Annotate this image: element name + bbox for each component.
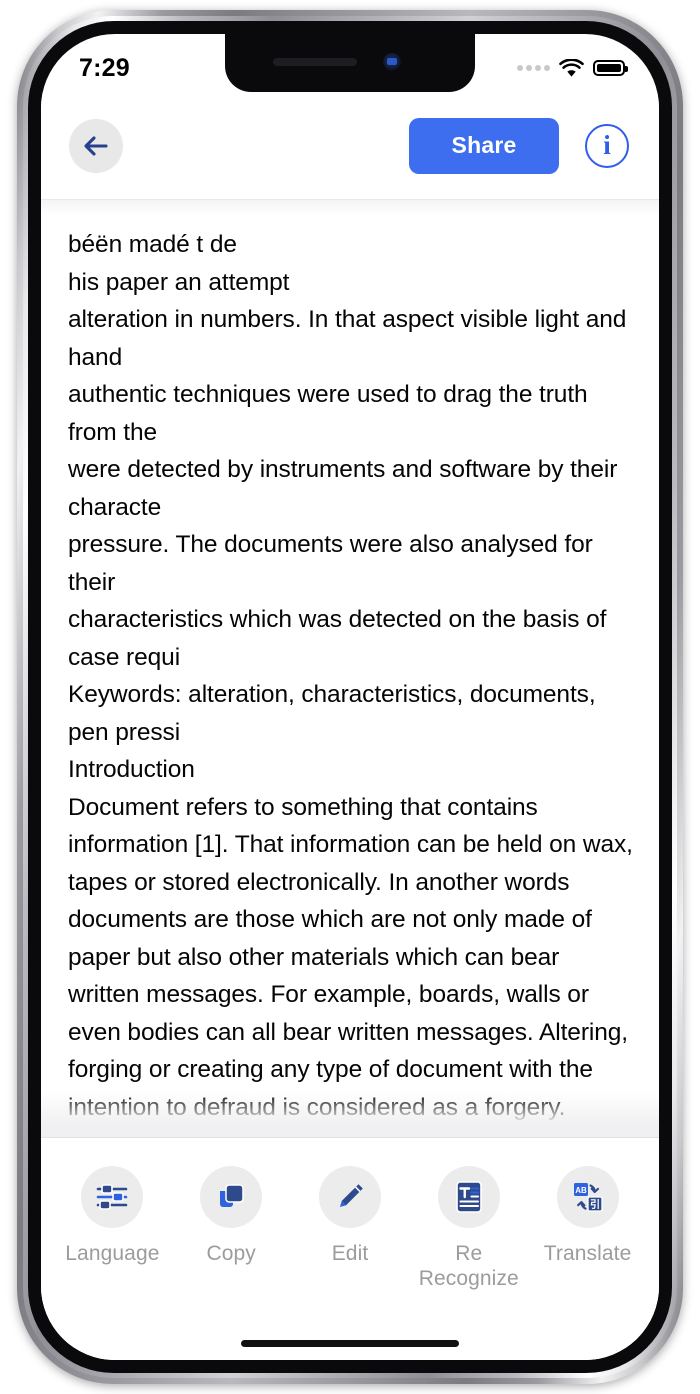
toolbar-label-edit: Edit [331,1242,369,1265]
recognized-text-body: béën madé t de his paper an attempt alte… [68,231,633,1158]
edit-icon-circle [318,1166,381,1228]
language-icon-circle [81,1166,144,1228]
display-notch [225,34,475,92]
toolbar-item-re-recognize[interactable]: Re Recognize [410,1166,528,1291]
signal-dots-icon [517,65,550,71]
translate-icon: AB 引 [573,1183,603,1212]
arrow-left-icon [84,135,108,156]
toolbar-label-copy: Copy [206,1242,256,1265]
battery-full-icon [593,60,628,76]
document-text-icon [455,1181,482,1213]
app-header: Share i [41,92,659,200]
home-indicator[interactable] [241,1340,459,1347]
info-button[interactable]: i [585,123,629,168]
toolbar-label-language: Language [65,1242,160,1265]
back-button[interactable] [69,118,123,173]
phone-screen: 7:29 Share i béën madé t de his paper an… [41,34,659,1360]
re-recognize-icon-circle [437,1166,500,1228]
toolbar-label-re-recognize: Re Recognize [418,1242,519,1290]
pencil-icon [340,1184,363,1207]
toolbar-item-language[interactable]: Language [53,1166,171,1266]
phone-frame: 7:29 Share i béën madé t de his paper an… [17,10,683,1384]
svg-text:引: 引 [590,1198,600,1211]
earpiece-speaker-icon [273,58,357,66]
copy-icon-circle [200,1166,263,1228]
copy-icon [220,1184,244,1207]
wifi-icon [559,58,584,77]
toolbar-item-translate[interactable]: AB 引 Translate [529,1166,647,1266]
bottom-toolbar: Language Copy Edit Re Recognize AB 引 Tra… [41,1138,659,1360]
info-glyph: i [603,130,611,160]
screenshot-stage: 7:29 Share i béën madé t de his paper an… [0,0,700,1394]
recognized-text-scroll[interactable]: béën madé t de his paper an attempt alte… [41,200,659,1165]
share-button[interactable]: Share [409,117,559,174]
toolbar-item-edit[interactable]: Edit [291,1166,409,1266]
svg-text:AB: AB [575,1186,587,1195]
front-camera-icon [383,53,401,71]
phone-bezel: 7:29 Share i béën madé t de his paper an… [28,21,672,1373]
toolbar-label-translate: Translate [543,1242,632,1265]
translate-icon-circle: AB 引 [556,1166,619,1228]
sliders-icon [97,1184,128,1210]
toolbar-item-copy[interactable]: Copy [172,1166,290,1266]
status-bar-time: 7:29 [79,53,130,82]
status-bar-indicators [517,58,628,78]
content-area: béën madé t de his paper an attempt alte… [41,200,659,1360]
